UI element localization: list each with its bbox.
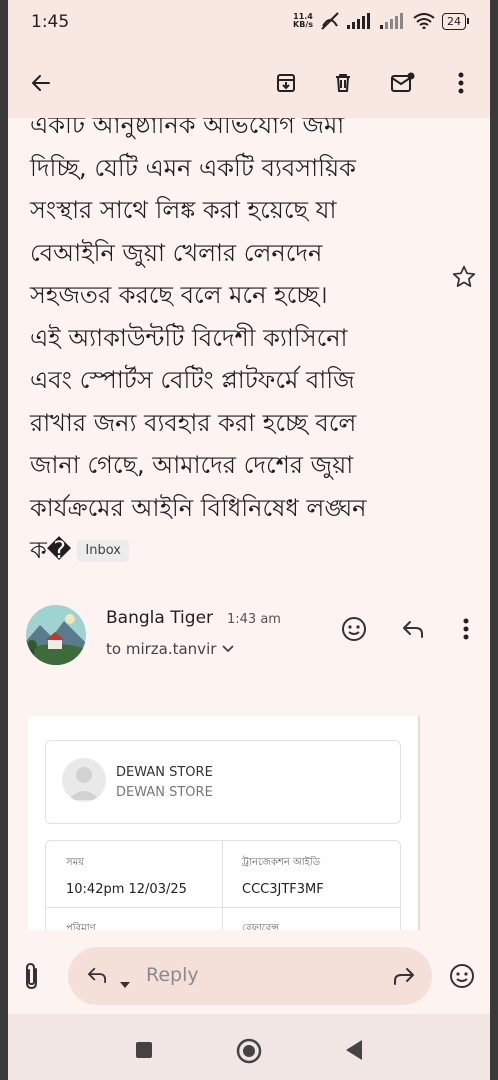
status-time: 1:45 (31, 12, 70, 32)
subject-line: একটি আনুষ্ঠানিক অভিযোগ জমা (30, 118, 345, 139)
message-more-icon[interactable] (451, 614, 481, 644)
status-icons: 11.4 KB/s 24 (293, 12, 469, 30)
subject-line: সংস্থার সাথে লিঙ্ক করা হয়েছে যা (30, 196, 337, 224)
signal-icon (347, 13, 370, 29)
recipient-toggle[interactable]: to mirza.tanvir (106, 640, 235, 658)
grid-divider (46, 907, 400, 908)
paperclip-icon[interactable] (22, 961, 50, 991)
emoji-react-icon[interactable] (339, 614, 369, 644)
archive-icon[interactable] (269, 66, 303, 100)
subject-viewport: একটি আনুষ্ঠানিক অভিযোগ জমা দিচ্ছি, যেটি … (8, 118, 490, 588)
store-box: DEWAN STORE DEWAN STORE (45, 740, 401, 824)
subject-line: এই অ্যাকাউন্টটি বিদেশী ক্যাসিনো (30, 323, 348, 352)
wifi-icon (413, 13, 435, 29)
time-value: 10:42pm 12/03/25 (66, 882, 187, 897)
subject-line: বেআইনি জুয়া খেলার লেনদেন (30, 238, 323, 267)
more-vert-icon[interactable] (444, 66, 478, 100)
time-label: সময় (66, 857, 85, 868)
subject-line: রাখার জন্য ব্যবহার করা হচ্ছে বলে (30, 408, 357, 437)
subject-line: কার্যক্রমের আইনি বিধিনিষেধ লঙ্ঘন (30, 493, 367, 522)
home-icon[interactable] (236, 1038, 262, 1068)
subject-line: ক� (30, 536, 72, 564)
sender-avatar[interactable] (26, 605, 86, 665)
email-subject: একটি আনুষ্ঠানিক অভিযোগ জমা দিচ্ছি, যেটি … (30, 118, 430, 572)
subject-line: এবং স্পোর্টস বেটিং প্লাটফর্মে বাজি (30, 366, 355, 394)
signal-weak-icon (380, 13, 403, 29)
inbox-label-chip[interactable]: Inbox (77, 540, 129, 562)
subject-line: দিচ্ছি, যেটি এমন একটি ব্যবসায়িক (30, 153, 356, 182)
forward-icon[interactable] (392, 966, 416, 990)
subject-line-last: ক� Inbox (30, 529, 430, 572)
emoji-icon[interactable] (449, 963, 475, 993)
store-subtitle: DEWAN STORE (116, 785, 213, 800)
subject-line: জানা গেছে, আমাদের দেশের জুয়া (30, 451, 354, 479)
reply-pill[interactable]: Reply (68, 947, 432, 1005)
system-nav-bar (8, 1014, 490, 1080)
app-bar (8, 48, 490, 118)
reply-mode-icon[interactable] (86, 966, 108, 988)
txn-label: ট্রানজেকশন আইডি (242, 857, 321, 868)
sent-time: 1:43 am (227, 612, 281, 627)
phone-screen: 1:45 11.4 KB/s 24 একটি আনুষ্ঠানিক অভিযোগ… (8, 0, 490, 1080)
chevron-down-icon (222, 645, 235, 653)
recents-icon[interactable] (135, 1041, 153, 1063)
net-speed-unit: KB/s (293, 20, 313, 29)
star-icon[interactable] (451, 264, 479, 292)
vowifi-icon (321, 12, 339, 30)
sender-row: Bangla Tiger 1:43 am to mirza.tanvir (8, 600, 490, 670)
subject-line: সহজতর করছে বলে মনে হচ্ছে। (30, 281, 328, 309)
txn-cell: ট্রানজেকশন আইডি CCC3JTF3MF (242, 855, 324, 897)
caret-down-icon[interactable] (120, 973, 130, 992)
recipient-text: to mirza.tanvir (106, 640, 217, 658)
store-name: DEWAN STORE (116, 765, 213, 780)
battery-indicator: 24 (442, 12, 469, 30)
back-arrow-icon[interactable] (24, 66, 58, 100)
net-speed: 11.4 KB/s (293, 13, 313, 29)
reply-icon[interactable] (398, 614, 428, 644)
trash-icon[interactable] (326, 66, 360, 100)
back-nav-icon[interactable] (344, 1039, 364, 1065)
sender-name[interactable]: Bangla Tiger (106, 608, 213, 628)
status-bar: 1:45 11.4 KB/s 24 (8, 0, 490, 48)
reply-label: Reply (146, 964, 199, 986)
receipt-card: DEWAN STORE DEWAN STORE সময় 10:42pm 12/… (28, 716, 420, 962)
reply-bar: Reply (8, 930, 490, 1014)
time-cell: সময় 10:42pm 12/03/25 (66, 855, 187, 897)
store-avatar (62, 758, 106, 802)
txn-value: CCC3JTF3MF (242, 882, 324, 897)
mail-unread-icon[interactable] (386, 66, 420, 100)
